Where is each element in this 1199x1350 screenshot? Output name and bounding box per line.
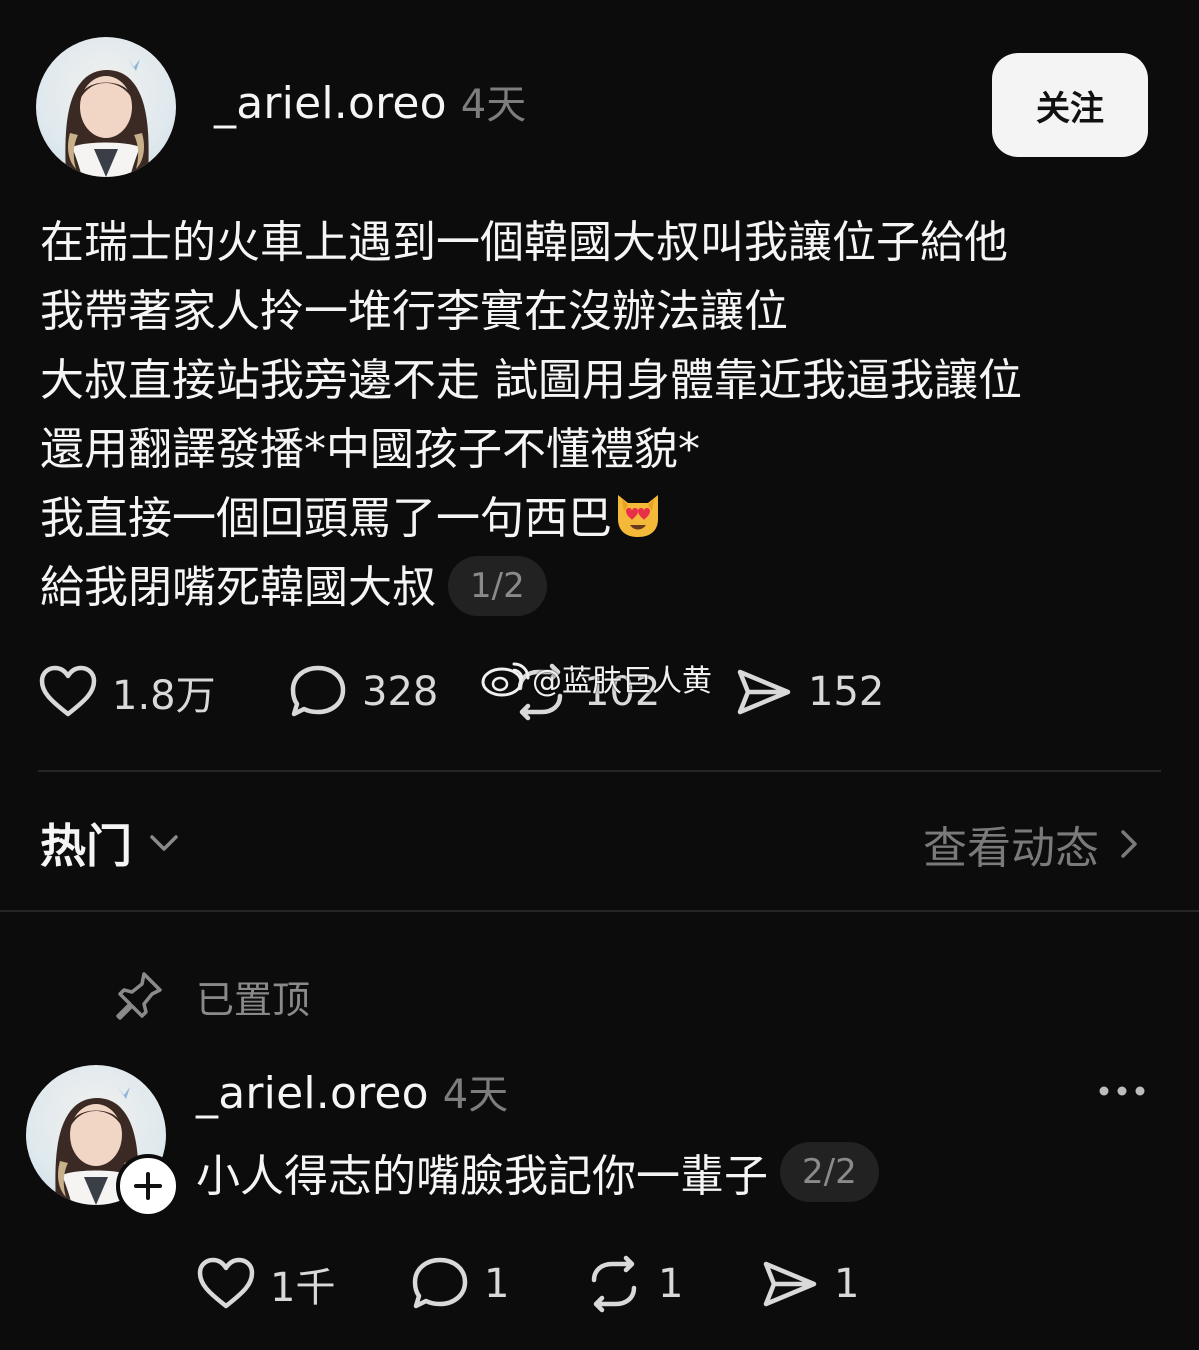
send-icon [737, 669, 791, 715]
reply-time: 4天 [442, 1072, 509, 1118]
heart-eyes-cat-icon [612, 489, 664, 541]
plus-icon [134, 1172, 162, 1200]
reply-repost-count: 1 [658, 1261, 684, 1307]
heart-icon [39, 665, 97, 717]
pin-icon [116, 972, 162, 1020]
avatar-portrait [65, 59, 149, 177]
post-body: 在瑞士的火車上遇到一個韓國大叔叫我讓位子給他 我帶著家人拎一堆行李實在沒辦法讓位… [40, 208, 1160, 622]
watermark: @蓝肤巨人黄 [480, 656, 712, 700]
share-count: 152 [808, 669, 885, 715]
like-button[interactable]: 1.8万 [38, 662, 216, 722]
post-line-text: 我直接一個回頭罵了一句西巴 [40, 493, 612, 544]
post-line-text: 給我閉嘴死韓國大叔 [40, 562, 436, 613]
comment-bubble-icon [412, 1257, 468, 1309]
follow-button[interactable]: 关注 [992, 53, 1148, 157]
page-indicator: 1/2 [448, 556, 547, 616]
chevron-down-icon [150, 835, 178, 851]
reply-share-count: 1 [834, 1261, 860, 1307]
reply-comment-button[interactable]: 1 [410, 1254, 509, 1314]
post-line-with-emoji: 我直接一個回頭罵了一句西巴 [40, 484, 1160, 553]
divider [38, 770, 1161, 772]
post-line: 我帶著家人拎一堆行李實在沒辦法讓位 [40, 286, 788, 337]
heart-icon [197, 1257, 255, 1309]
sort-label: 热门 [40, 819, 132, 873]
pinned-label: 已置顶 [196, 977, 311, 1022]
post-username[interactable]: _ariel.oreo [214, 78, 447, 129]
reply-like-button[interactable]: 1千 [196, 1254, 335, 1314]
reply-repost-button[interactable]: 1 [584, 1254, 683, 1314]
share-button[interactable]: 152 [734, 662, 884, 722]
like-count: 1.8万 [112, 673, 216, 719]
post-line-last: 給我閉嘴死韓國大叔 1/2 [40, 553, 1160, 622]
comment-bubble-icon [290, 665, 346, 717]
post-author-avatar[interactable] [36, 37, 176, 177]
send-icon [763, 1261, 817, 1307]
reply-comment-count: 1 [484, 1261, 510, 1307]
reply-username[interactable]: _ariel.oreo [196, 1068, 429, 1119]
section-divider [0, 910, 1199, 912]
view-activity-label: 查看动态 [923, 823, 1099, 874]
reply-share-button[interactable]: 1 [760, 1254, 859, 1314]
follow-plus-button[interactable] [116, 1154, 180, 1218]
pinned-indicator: 已置顶 [114, 968, 310, 1024]
comment-button[interactable]: 328 [288, 662, 438, 722]
more-dots-icon [1099, 1086, 1145, 1096]
post-line: 還用翻譯發播*中國孩子不懂禮貌* [40, 424, 700, 475]
reply-like-count: 1千 [270, 1265, 336, 1311]
repost-icon [591, 1255, 637, 1313]
watermark-text: @蓝肤巨人黄 [532, 664, 712, 699]
more-options-button[interactable] [1096, 1076, 1148, 1110]
post-line: 在瑞士的火車上遇到一個韓國大叔叫我讓位子給他 [40, 217, 1008, 268]
chevron-right-icon [1121, 830, 1137, 858]
page-indicator: 2/2 [780, 1142, 879, 1202]
sort-selector[interactable]: 热门 [40, 810, 184, 876]
reply-header: _ariel.oreo 4天 [196, 1062, 508, 1120]
post-time: 4天 [460, 82, 527, 128]
view-activity-link[interactable]: 查看动态 [923, 812, 1143, 876]
post-line: 大叔直接站我旁邊不走 試圖用身體靠近我逼我讓位 [40, 355, 1022, 406]
reply-text: 小人得志的嘴臉我記你一輩子 [196, 1151, 768, 1202]
weibo-logo-icon [481, 662, 530, 697]
post-header: _ariel.oreo 4天 [214, 72, 526, 130]
comment-count: 328 [362, 669, 439, 715]
reply-body: 小人得志的嘴臉我記你一輩子 2/2 [196, 1140, 879, 1204]
